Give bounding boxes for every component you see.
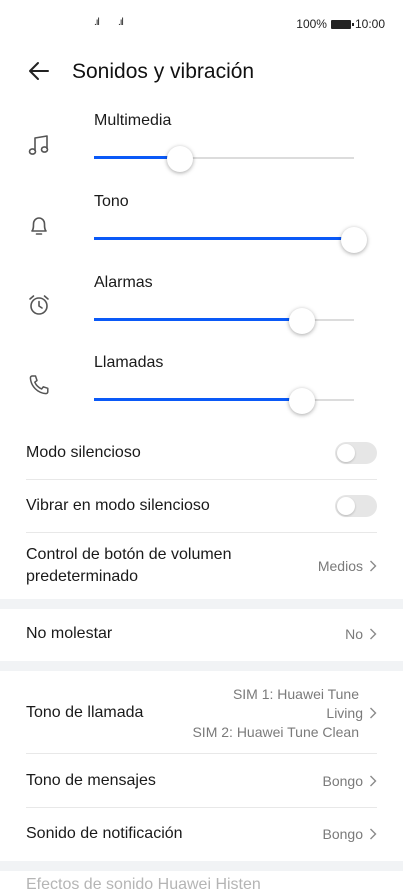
do-not-disturb-value-text: No: [345, 625, 363, 642]
volume-slider-tono[interactable]: [94, 227, 367, 253]
music-note-icon: [28, 135, 49, 155]
do-not-disturb-label: No molestar: [26, 625, 113, 642]
bell-icon: [31, 217, 47, 235]
signal-icon-2: .ıl: [118, 17, 124, 28]
section-gap: [0, 599, 403, 609]
phone-icon: [29, 375, 49, 395]
volume-slider-llamadas[interactable]: [94, 388, 354, 414]
ringtone-value: SIM 1: Huawei Tune Living SIM 2: Huawei …: [192, 685, 377, 742]
status-right: 100% 10:00: [296, 17, 385, 31]
chevron-right-icon: [370, 560, 377, 572]
volume-button-value-text: Medios: [317, 557, 363, 574]
chevron-right-icon: [370, 828, 377, 840]
volume-label: Multimedia: [94, 112, 172, 129]
vibrate-silent-toggle[interactable]: [335, 495, 377, 517]
volume-row-llamadas: Llamadas: [0, 354, 403, 434]
chevron-right-icon: [370, 707, 377, 719]
header: Sonidos y vibración: [0, 52, 403, 92]
signal-icon-1: .ıl: [94, 17, 100, 28]
ringtone-sim1-cont: Living: [326, 704, 363, 721]
silent-mode-label: Modo silencioso: [26, 444, 141, 461]
volume-row-alarmas: Alarmas: [0, 274, 403, 354]
volume-label: Alarmas: [94, 274, 153, 291]
volume-label: Tono: [94, 193, 129, 210]
message-tone-value: Bongo: [323, 772, 377, 791]
divider: [26, 479, 377, 480]
clock: 10:00: [354, 17, 385, 31]
volume-slider-alarmas[interactable]: [94, 308, 354, 334]
battery-icon: [330, 19, 354, 29]
volume-slider-multimedia[interactable]: [94, 146, 354, 172]
ringtone-row[interactable]: Tono de llamada SIM 1: Huawei Tune Livin…: [26, 680, 377, 746]
chevron-right-icon: [370, 628, 377, 640]
volume-row-multimedia: Multimedia: [0, 112, 403, 192]
slider-fill: [94, 398, 302, 401]
message-tone-label: Tono de mensajes: [26, 772, 156, 789]
silent-mode-row[interactable]: Modo silencioso: [26, 432, 377, 474]
volume-button-row[interactable]: Control de botón de volumen predetermina…: [26, 541, 377, 591]
section-gap: [0, 661, 403, 671]
volume-label: Llamadas: [94, 354, 164, 371]
notification-sound-value-text: Bongo: [322, 825, 363, 842]
toggle-knob: [337, 497, 355, 515]
silent-mode-toggle[interactable]: [335, 442, 377, 464]
slider-thumb[interactable]: [341, 227, 367, 253]
divider: [26, 532, 377, 533]
ringtone-sim1: SIM 1: Huawei Tune: [232, 685, 359, 702]
volume-button-label: Control de botón de volumen predetermina…: [26, 546, 232, 585]
ringtone-sim2: SIM 2: Huawei Tune Clean: [192, 723, 359, 740]
message-tone-row[interactable]: Tono de mensajes Bongo: [26, 760, 377, 802]
section-gap: [0, 861, 403, 871]
notification-sound-value: Bongo: [323, 825, 377, 844]
histen-effects-item[interactable]: Efectos de sonido Huawei Histen: [26, 876, 261, 894]
ringtone-label: Tono de llamada: [26, 704, 144, 721]
slider-thumb[interactable]: [289, 388, 315, 414]
notification-sound-row[interactable]: Sonido de notificación Bongo: [26, 813, 377, 855]
vibrate-silent-label: Vibrar en modo silencioso: [26, 497, 210, 514]
slider-fill: [94, 237, 354, 240]
volume-row-tono: Tono: [0, 193, 403, 273]
alarm-clock-icon: [29, 295, 49, 315]
slider-fill: [94, 318, 302, 321]
page-title: Sonidos y vibración: [72, 60, 255, 83]
chevron-right-icon: [370, 775, 377, 787]
vibrate-silent-row[interactable]: Vibrar en modo silencioso: [26, 485, 377, 527]
status-bar: .ıl .ıl 100% 10:00: [0, 0, 403, 48]
do-not-disturb-value: No: [345, 625, 377, 644]
back-arrow-icon[interactable]: [26, 58, 52, 84]
do-not-disturb-row[interactable]: No molestar No: [26, 613, 377, 655]
battery-percent: 100%: [296, 17, 327, 31]
toggle-knob: [337, 444, 355, 462]
divider: [26, 807, 377, 808]
ringtone-sim1-line2: Living: [326, 704, 377, 723]
slider-thumb[interactable]: [289, 308, 315, 334]
slider-thumb[interactable]: [167, 146, 193, 172]
notification-sound-label: Sonido de notificación: [26, 825, 183, 842]
message-tone-value-text: Bongo: [322, 772, 363, 789]
volume-button-value: Medios: [318, 557, 377, 576]
divider: [26, 753, 377, 754]
